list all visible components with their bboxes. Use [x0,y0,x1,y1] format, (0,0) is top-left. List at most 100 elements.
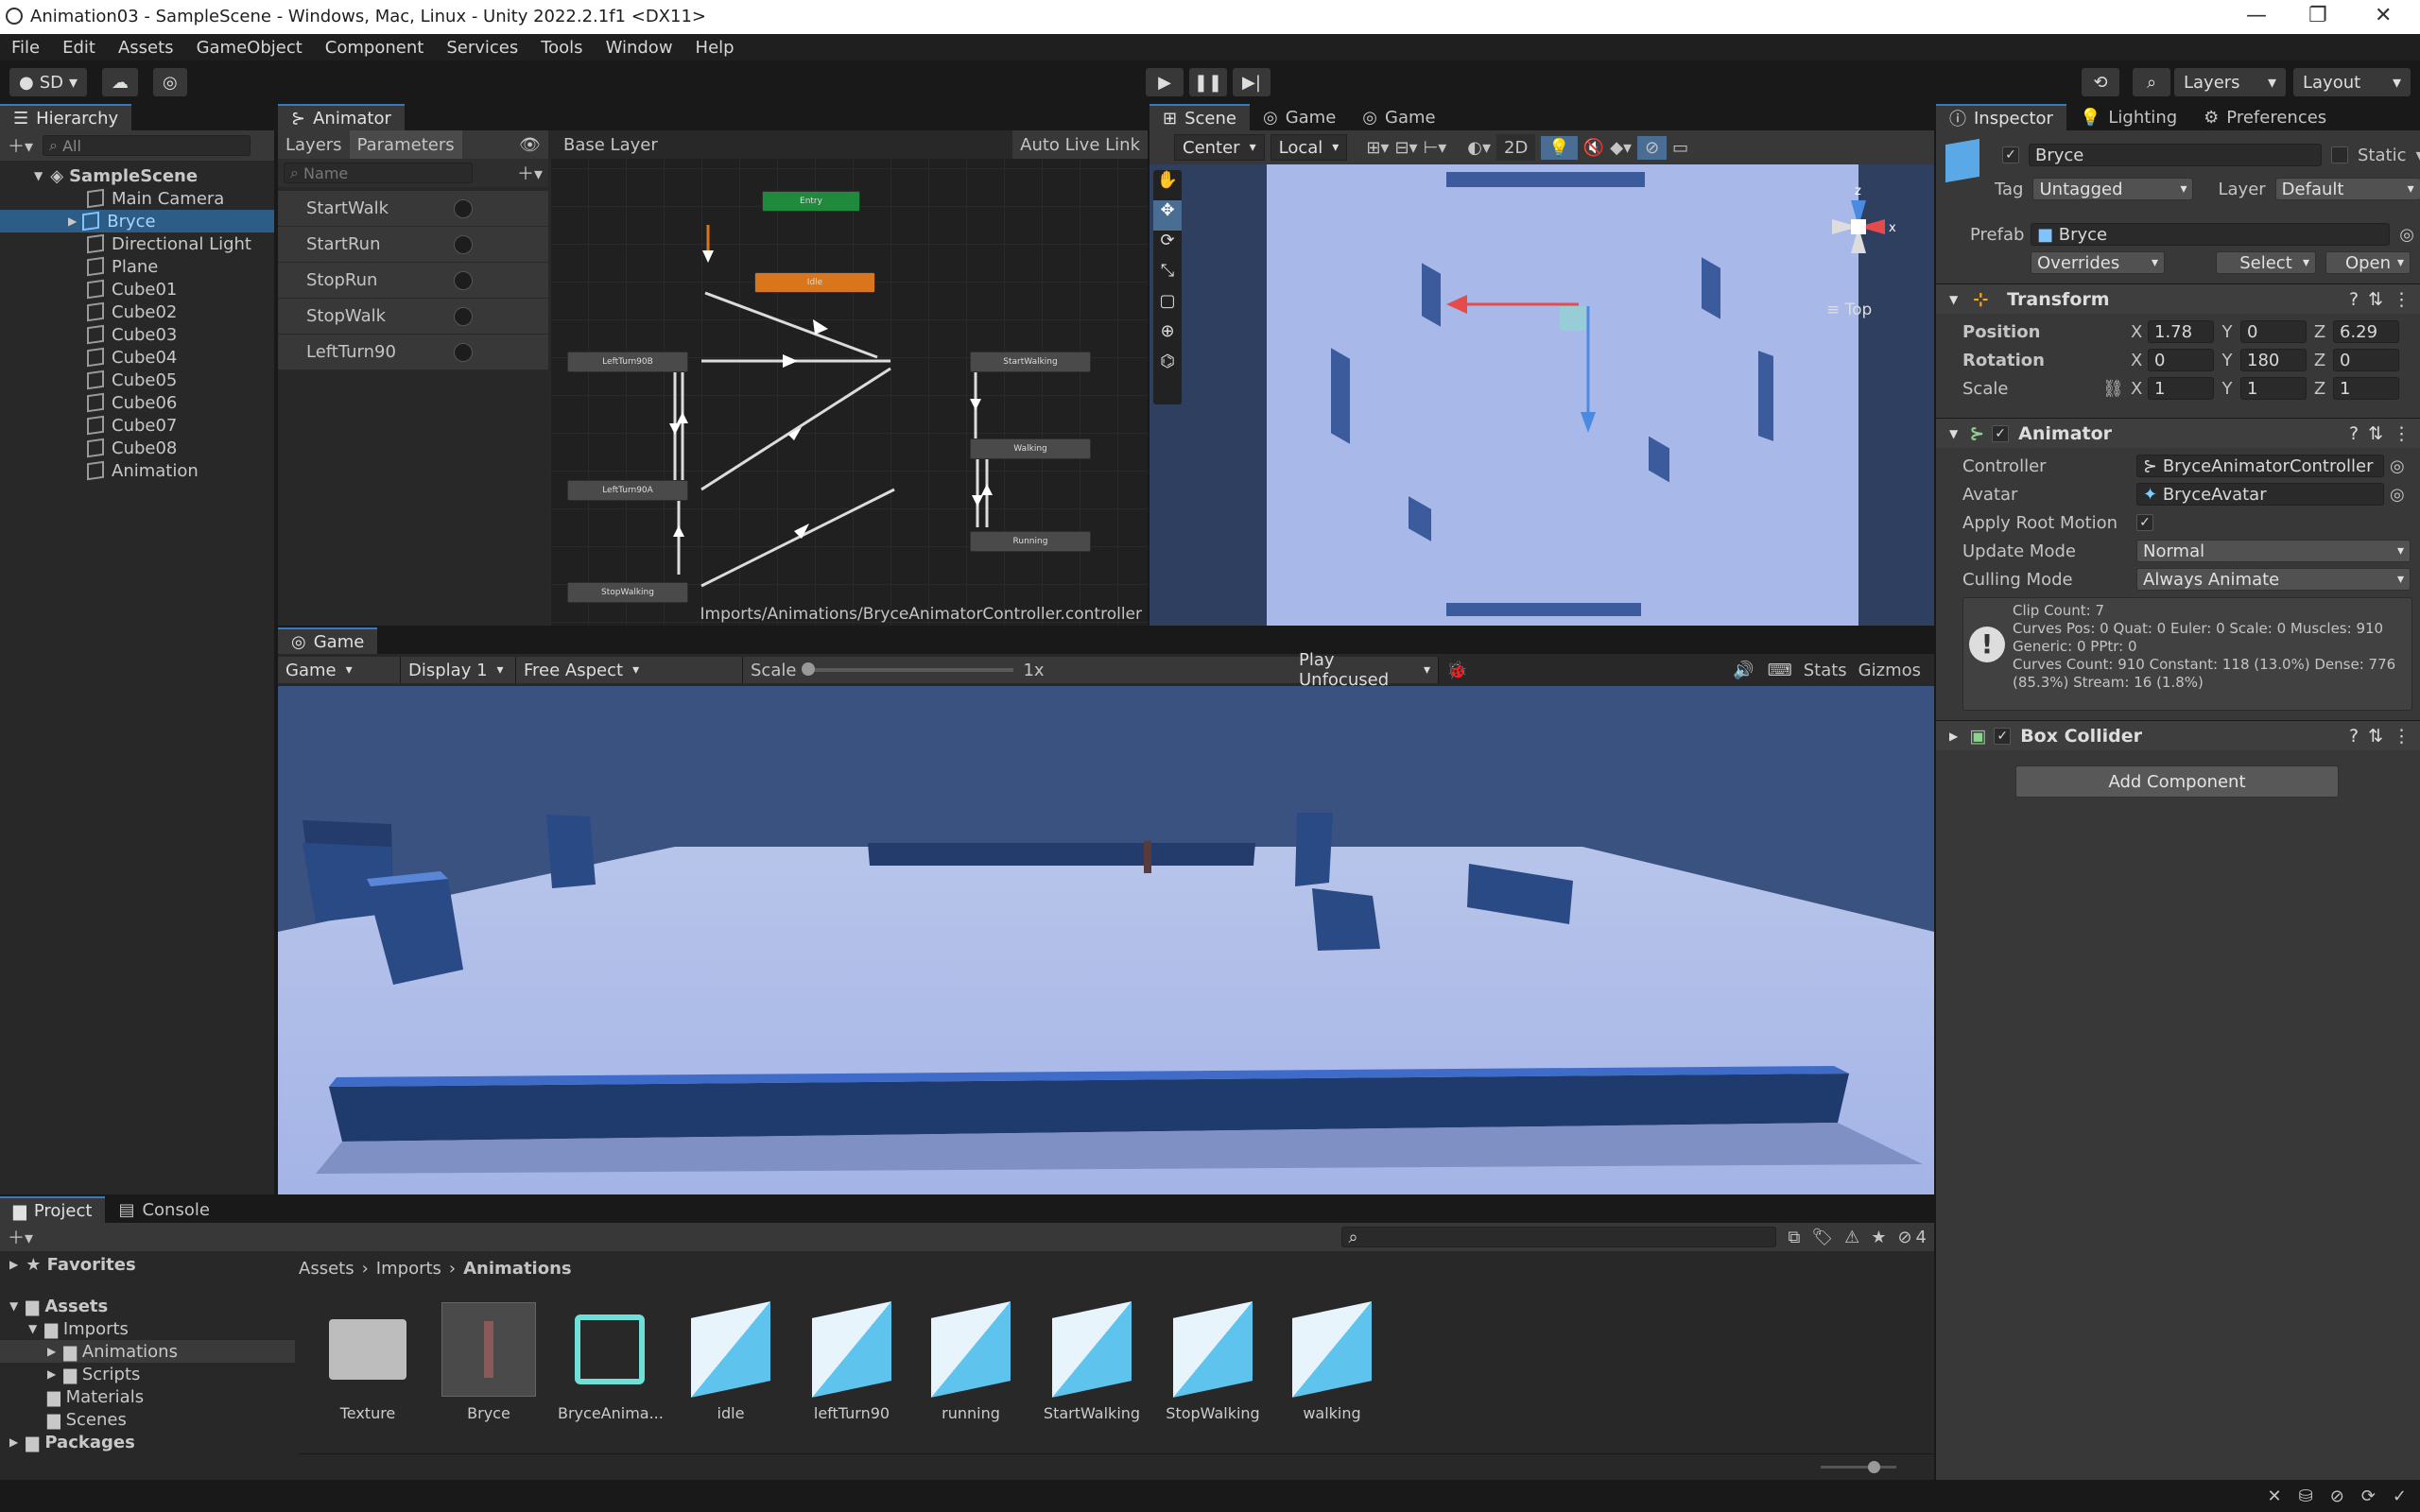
help-icon[interactable]: ? [2349,289,2359,310]
preset-icon[interactable]: ⇅ [2368,289,2383,310]
hierarchy-item-animation[interactable]: Animation [0,459,274,482]
menu-window[interactable]: Window [606,38,673,58]
chevron-down-icon[interactable]: ▾ [2415,146,2420,165]
2d-toggle[interactable]: 2D [1496,134,1536,161]
custom-tool-icon[interactable]: ⌬ [1153,352,1182,382]
asset-bryce[interactable]: Bryce [437,1302,541,1422]
asset-stopwalking[interactable]: StopWalking [1161,1301,1265,1422]
animator-enabled-checkbox[interactable]: ✓ [1992,424,2010,442]
snap-increment-icon[interactable]: ⊟▾ [1394,138,1417,158]
asset-startwalking[interactable]: StartWalking [1040,1301,1144,1422]
breadcrumb-item[interactable]: Assets [299,1259,354,1279]
animator-component-header[interactable]: ▼ ⊱ ✓ Animator ? ⇅ ⋮ [1936,418,2420,448]
asset-walking[interactable]: walking [1280,1301,1384,1422]
hierarchy-item-cube01[interactable]: Cube01 [0,278,274,301]
maximize-icon[interactable]: ❐ [2308,4,2327,27]
hidden-icon[interactable]: ⊘ [1897,1228,1911,1247]
menu-assets[interactable]: Assets [118,38,174,58]
game-mode-dropdown[interactable]: Game [278,657,401,683]
prefab-field[interactable]: ■ Bryce [2031,223,2391,246]
filter-label-icon[interactable]: 🏷 [1811,1228,1833,1247]
lighting-icon[interactable]: 💡 [1541,135,1578,160]
trigger-toggle[interactable] [454,198,473,218]
hand-tool-icon[interactable]: ✋ [1153,170,1182,200]
play-mode-dropdown[interactable]: Play Unfocused [1291,650,1439,690]
transform-header[interactable]: ▼ ⊹ Transform ? ⇅ ⋮ [1936,284,2420,314]
tag-dropdown[interactable]: Untagged [2032,178,2194,200]
folder-imports[interactable]: ▼ ▆ Imports [0,1317,295,1340]
rotation-y-field[interactable]: 180 [2240,349,2307,371]
hierarchy-item-directional-light[interactable]: Directional Light [0,232,274,255]
assets-item[interactable]: ▼ ▆ Assets [0,1295,295,1317]
trigger-toggle[interactable] [454,234,473,254]
shading-icon[interactable]: ◐▾ [1467,138,1491,158]
scale-y-field[interactable]: 1 [2240,377,2307,400]
hierarchy-item-cube07[interactable]: Cube07 [0,414,274,437]
menu-edit[interactable]: Edit [62,38,95,58]
target-icon[interactable]: ◎ [2399,225,2414,245]
param-startrun[interactable]: StartRun [278,227,548,263]
preset-icon[interactable]: ⇅ [2368,726,2383,747]
scale-slider[interactable] [802,662,1014,676]
ruler-icon[interactable]: ⊢▾ [1424,138,1447,158]
help-icon[interactable]: ? [2349,726,2359,747]
minimize-icon[interactable]: — [2246,4,2267,27]
hierarchy-item-bryce[interactable]: ▶ Bryce [0,210,274,232]
layout-dropdown[interactable]: Layout ▾ [2293,68,2411,96]
sync-icon[interactable]: ⟳ [2361,1486,2376,1506]
view-label[interactable]: ≡ Top [1826,301,1872,319]
move-tool-icon[interactable]: ✥ [1153,200,1182,231]
stats-button[interactable]: Stats [1804,661,1847,680]
visibility-icon[interactable]: ⊘ [1637,135,1668,160]
cache-icon[interactable]: ⛁ [2299,1486,2313,1506]
add-parameter-icon[interactable]: ＋▾ [517,161,543,185]
favorites-item[interactable]: ▶ ★ Favorites [0,1253,295,1276]
param-stopwalk[interactable]: StopWalk [278,299,548,335]
scene-viewport[interactable]: ✋ ✥ ⟳ ⤡ ▢ ⊕ ⌬ x z ≡ Top [1150,164,1934,626]
hierarchy-item-cube06[interactable]: Cube06 [0,391,274,414]
state-idle[interactable]: Idle [754,272,875,293]
param-search-input[interactable]: ⌕ Name [284,163,473,183]
layer-dropdown[interactable]: Default [2274,178,2420,200]
target-icon[interactable]: ◎ [2390,456,2405,476]
breadcrumb-item[interactable]: Imports [376,1259,441,1279]
box-collider-header[interactable]: ▶ ▣ ✓ Box Collider ? ⇅ ⋮ [1936,720,2420,750]
add-icon[interactable]: ＋▾ [8,1225,33,1249]
culling-mode-dropdown[interactable]: Always Animate [2136,568,2411,591]
state-machine-graph[interactable]: Base Layer Auto Live Link Entry Idle Lef… [550,130,1148,626]
open-button[interactable]: Open [2325,251,2411,274]
keyboard-icon[interactable]: ⌨ [1768,661,1792,680]
more-icon[interactable]: ⋮ [2393,726,2411,747]
tab-game-2[interactable]: ◎ Game [1349,104,1448,130]
parameters-tab[interactable]: Parameters [349,130,462,159]
breadcrumb-item[interactable]: Animations [463,1259,572,1279]
grid-snap-icon[interactable]: ⊞▾ [1366,138,1389,158]
hierarchy-search-input[interactable]: ⌕ All [43,135,251,156]
tab-preferences[interactable]: ⚙ Preferences [2190,104,2340,130]
star-icon[interactable]: ★ [1871,1228,1886,1247]
rotation-z-field[interactable]: 0 [2333,349,2399,371]
state-running[interactable]: Running [970,531,1091,552]
tab-game-1[interactable]: ◎ Game [1250,104,1349,130]
packages-item[interactable]: ▶ ▆ Packages [0,1431,295,1453]
target-icon[interactable]: ◎ [2390,485,2405,505]
menu-file[interactable]: File [11,38,40,58]
network-icon[interactable]: ⊘ [2330,1486,2344,1506]
position-x-field[interactable]: 1.78 [2148,320,2214,343]
hierarchy-item-cube05[interactable]: Cube05 [0,369,274,391]
param-startwalk[interactable]: StartWalk [278,191,548,227]
hierarchy-item-cube08[interactable]: Cube08 [0,437,274,459]
root-motion-checkbox[interactable]: ✓ [2136,514,2153,531]
transform-tool-icon[interactable]: ⊕ [1153,321,1182,352]
layers-dropdown[interactable]: Layers ▾ [2174,68,2286,96]
warning-icon[interactable]: ⚠ [1844,1228,1859,1247]
asset-bryce-animator[interactable]: BryceAnima... [558,1302,664,1422]
more-icon[interactable]: ⋮ [2393,423,2411,444]
scene-root[interactable]: ▼ ◈ SampleScene [0,164,274,187]
pause-button[interactable]: ❚❚ [1189,68,1227,96]
state-entry[interactable]: Entry [762,191,860,212]
bug-icon[interactable]: 🐞 [1446,661,1467,680]
display-dropdown[interactable]: Display 1 [401,657,516,683]
step-button[interactable]: ▶| [1233,68,1270,96]
link-icon[interactable]: ⛓ [2102,379,2131,399]
